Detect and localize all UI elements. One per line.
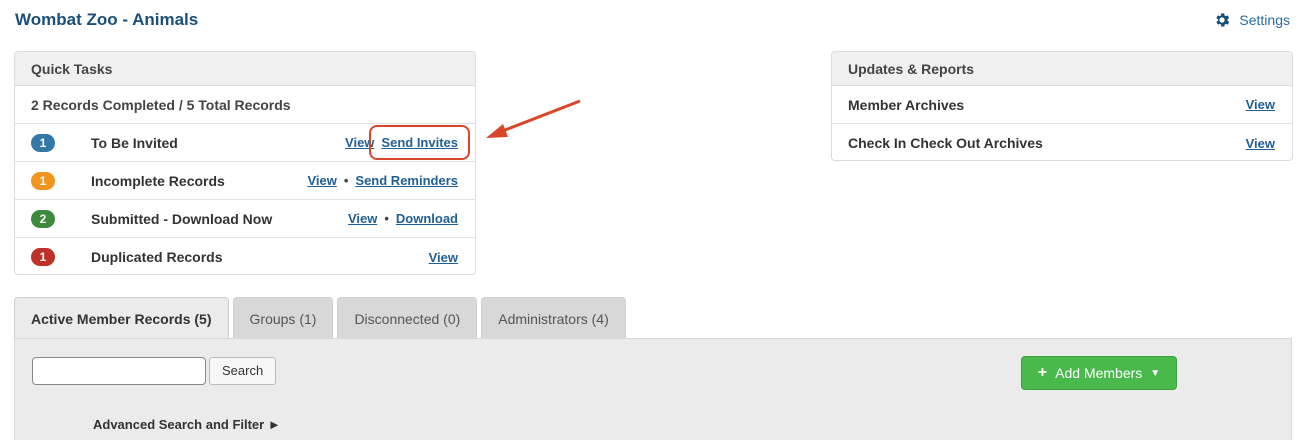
- task-actions: View • Send Reminders: [307, 173, 458, 188]
- caret-down-icon: ▼: [1150, 367, 1161, 379]
- task-actions: View Send Invites: [345, 125, 470, 160]
- updates-reports-title: Updates & Reports: [832, 52, 1292, 86]
- quick-tasks-panel: Quick Tasks 2 Records Completed / 5 Tota…: [14, 51, 476, 275]
- report-label: Check In Check Out Archives: [848, 135, 1043, 151]
- task-row-incomplete-records: 1 Incomplete Records View • Send Reminde…: [15, 162, 475, 200]
- separator-dot: •: [384, 211, 389, 226]
- separator-dot: •: [343, 173, 349, 188]
- tab-active-member-records[interactable]: Active Member Records (5): [14, 297, 229, 340]
- send-invites-link[interactable]: Send Invites: [369, 125, 470, 160]
- tab-disconnected[interactable]: Disconnected (0): [337, 297, 478, 339]
- updates-reports-panel: Updates & Reports Member Archives View C…: [831, 51, 1293, 161]
- gear-icon: [1216, 13, 1230, 27]
- view-link[interactable]: View: [1246, 136, 1275, 151]
- task-actions: View • Download: [348, 211, 458, 226]
- add-members-button[interactable]: + Add Members ▼: [1021, 356, 1177, 390]
- task-actions: View: [429, 250, 458, 265]
- records-summary-row: 2 Records Completed / 5 Total Records: [15, 86, 475, 124]
- task-row-submitted: 2 Submitted - Download Now View • Downlo…: [15, 200, 475, 238]
- view-link[interactable]: View: [429, 250, 458, 265]
- records-summary: 2 Records Completed / 5 Total Records: [31, 96, 291, 113]
- plus-icon: +: [1037, 364, 1048, 381]
- task-label: Incomplete Records: [91, 172, 225, 189]
- count-badge: 1: [31, 248, 55, 266]
- send-reminders-link[interactable]: Send Reminders: [355, 173, 458, 188]
- add-members-label: Add Members: [1055, 365, 1143, 381]
- count-badge: 2: [31, 210, 55, 228]
- settings-label: Settings: [1239, 12, 1290, 28]
- report-label: Member Archives: [848, 96, 965, 113]
- view-link[interactable]: View: [307, 173, 336, 188]
- task-row-to-be-invited: 1 To Be Invited View Send Invites: [15, 124, 475, 162]
- task-label: Submitted - Download Now: [91, 210, 273, 227]
- settings-link[interactable]: Settings: [1213, 11, 1290, 29]
- search-button[interactable]: Search: [209, 357, 277, 385]
- page-title: Wombat Zoo - Animals: [15, 10, 199, 29]
- tab-administrators[interactable]: Administrators (4): [481, 297, 626, 339]
- count-badge: 1: [31, 134, 55, 152]
- report-row-checkin-archives: Check In Check Out Archives View: [832, 124, 1292, 160]
- task-label: To Be Invited: [91, 134, 178, 151]
- search-input[interactable]: [32, 357, 206, 385]
- count-badge: 1: [31, 172, 55, 190]
- report-row-member-archives: Member Archives View: [832, 86, 1292, 124]
- task-label: Duplicated Records: [91, 249, 223, 265]
- tab-content: Search + Add Members ▼ Advanced Search a…: [14, 338, 1292, 440]
- tab-groups[interactable]: Groups (1): [232, 297, 334, 339]
- view-link[interactable]: View: [348, 211, 377, 226]
- download-link[interactable]: Download: [396, 211, 458, 226]
- view-link[interactable]: View: [1246, 97, 1275, 112]
- quick-tasks-title: Quick Tasks: [15, 52, 475, 86]
- records-tabs: Active Member Records (5) Groups (1) Dis…: [14, 297, 626, 340]
- advanced-search-toggle[interactable]: Advanced Search and Filter ►: [93, 417, 281, 432]
- task-row-duplicated-records: 1 Duplicated Records View: [15, 238, 475, 274]
